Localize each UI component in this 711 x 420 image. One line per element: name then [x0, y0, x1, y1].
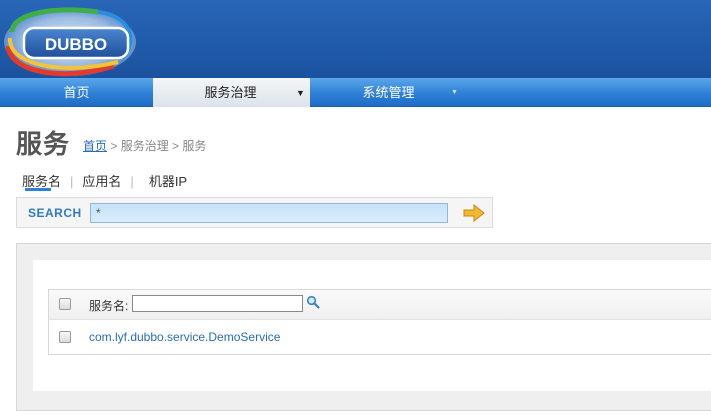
breadcrumb-governance: 服务治理 — [120, 139, 169, 153]
services-table: 服务名: com.lyf.dubbo.service.DemoService — [48, 289, 711, 355]
tab-separator: | — [130, 174, 134, 189]
search-icon[interactable] — [306, 295, 320, 309]
search-bar: SEARCH — [16, 197, 493, 228]
table-header: 服务名: — [49, 290, 711, 320]
nav-item-governance[interactable]: 服务治理 ▼ — [153, 78, 310, 107]
search-label: SEARCH — [28, 206, 82, 220]
app-header: DUBBO — [0, 0, 711, 78]
dropdown-arrow-icon: ▼ — [451, 89, 458, 96]
page-title: 服务 — [16, 129, 71, 159]
nav-item-system[interactable]: 系统管理 ▼ — [310, 78, 467, 107]
main-nav: 首页 服务治理 ▼ 系统管理 ▼ — [0, 78, 711, 107]
tab-machine-ip[interactable]: 机器IP — [149, 171, 187, 190]
breadcrumb: 首页 > 服务治理 > 服务 — [83, 137, 206, 154]
results-panel: 服务名: com.lyf.dubbo.service.DemoService — [16, 243, 711, 411]
nav-item-label: 服务治理 — [204, 85, 257, 100]
service-name-filter-input[interactable] — [132, 295, 303, 312]
breadcrumb-separator: > — [168, 139, 183, 153]
logo-text: DUBBO — [45, 35, 107, 54]
search-go-arrow-icon[interactable] — [463, 204, 485, 222]
breadcrumb-separator: > — [107, 139, 121, 153]
results-inner-panel: 服务名: com.lyf.dubbo.service.DemoService — [33, 260, 711, 391]
nav-item-home[interactable]: 首页 — [0, 78, 153, 107]
breadcrumb-current: 服务 — [182, 139, 207, 153]
dropdown-arrow-icon: ▼ — [296, 88, 305, 98]
breadcrumb-home-link[interactable]: 首页 — [83, 139, 107, 153]
dubbo-logo[interactable]: DUBBO — [2, 2, 142, 78]
table-row: com.lyf.dubbo.service.DemoService — [49, 321, 711, 354]
active-tab-indicator — [25, 188, 51, 191]
nav-item-label: 系统管理 — [362, 85, 415, 100]
tab-separator: | — [70, 174, 74, 189]
service-name-filter-label: 服务名: — [89, 299, 129, 313]
search-input[interactable] — [90, 203, 448, 223]
tab-application-name[interactable]: 应用名 — [82, 171, 121, 190]
select-all-checkbox[interactable] — [59, 298, 71, 310]
row-checkbox[interactable] — [59, 331, 71, 343]
nav-item-label: 首页 — [63, 85, 90, 100]
service-link[interactable]: com.lyf.dubbo.service.DemoService — [89, 330, 280, 344]
